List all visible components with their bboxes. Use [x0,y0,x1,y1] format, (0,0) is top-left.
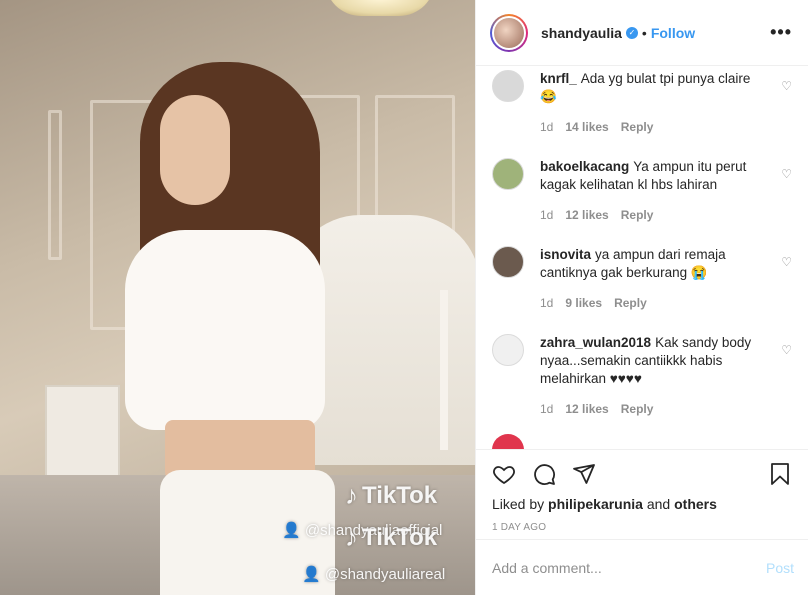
liked-by-user-link[interactable]: philipekarunia [548,496,643,512]
action-icons [492,460,792,488]
heart-icon[interactable] [492,462,516,486]
post-video[interactable]: ♪ TikTok 👤 @shandyauliaofficial ♪ TikTok… [0,0,475,595]
reply-button[interactable]: Reply [621,402,654,416]
author-username[interactable]: shandyaulia [541,25,622,41]
post-timestamp[interactable]: 1 DAY AGO [492,522,792,533]
like-comment-heart-icon[interactable]: ♡ [781,79,792,93]
comment-meta: 1d 9 likes Reply [540,296,764,310]
liked-by-line: Liked by philipekarunia and others [492,496,717,512]
comment-avatar[interactable] [492,434,524,449]
post-header: shandyaulia ✓ • Follow ••• [476,0,808,66]
reply-button[interactable]: Reply [614,296,647,310]
comment-likes[interactable]: 9 likes [565,296,602,310]
avatar-image [494,17,524,48]
comment-meta: 1d 14 likes Reply [540,120,764,134]
user-icon: 👤 [302,566,321,583]
tiktok-username-bottom: 👤 @shandyauliareal [302,566,446,583]
post-comment-button[interactable]: Post [766,560,794,576]
post-sidebar: shandyaulia ✓ • Follow ••• knrfl_ Ada yg … [475,0,808,595]
comment-username[interactable]: bakoelkacang [540,159,629,174]
share-icon[interactable] [572,462,596,486]
comment-icon[interactable] [532,462,556,486]
comment-avatar[interactable] [492,246,524,278]
wall-frame [48,110,62,260]
follow-button[interactable]: Follow [651,25,695,41]
reply-button[interactable]: Reply [621,208,654,222]
comment-composer: Post [476,539,808,595]
liked-by-others-link[interactable]: others [674,496,717,512]
comment-item: isnovita ya ampun dari remaja cantiknya g… [492,246,792,310]
bookmark-icon[interactable] [768,462,792,486]
comment-age[interactable]: 1d [540,402,553,416]
tiktok-watermark-top: ♪ TikTok [345,480,437,511]
comment-likes[interactable]: 14 likes [565,120,608,134]
person-shirt [125,230,325,430]
comments-list[interactable]: knrfl_ Ada yg bulat tpi punya claire😂 1d 14… [476,66,808,449]
tiktok-wordmark: TikTok [362,481,438,509]
comment-age[interactable]: 1d [540,296,553,310]
comment-input[interactable] [492,559,766,576]
tiktok-logo-icon: ♪ [345,522,358,552]
more-options-button[interactable]: ••• [770,22,792,43]
avatar[interactable] [490,13,528,52]
drawer [45,385,120,485]
comment-age[interactable]: 1d [540,208,553,222]
like-comment-heart-icon[interactable]: ♡ [781,255,792,269]
comment-item: zahra_wulan2018 Kak sandy body nyaa...sem… [492,334,792,416]
ceiling-lamp [325,0,435,16]
comment-avatar[interactable] [492,70,524,102]
user-icon: 👤 [282,522,301,539]
crib-bar [440,290,448,450]
tiktok-logo-icon: ♪ [345,480,358,510]
like-comment-heart-icon[interactable]: ♡ [781,343,792,357]
verified-badge-icon: ✓ [625,26,638,39]
comment-item: bakoelkacang Ya ampun itu perut kagak kel… [492,158,792,222]
comment-item: knrfl_ Ada yg bulat tpi punya claire😂 1d 14… [492,70,792,134]
comment-username[interactable]: zahra_wulan2018 [540,335,651,350]
comment-username[interactable]: isnovita [540,247,591,262]
comment-avatar[interactable] [492,334,524,366]
comment-likes[interactable]: 12 likes [565,208,608,222]
instagram-post-view: ♪ TikTok 👤 @shandyauliaofficial ♪ TikTok… [0,0,808,595]
like-comment-heart-icon[interactable]: ♡ [781,167,792,181]
reply-button[interactable]: Reply [621,120,654,134]
person-face [160,95,230,205]
comment-age[interactable]: 1d [540,120,553,134]
tiktok-watermark-bottom: ♪ TikTok [345,522,437,553]
comment-avatar[interactable] [492,158,524,190]
comment-likes[interactable]: 12 likes [565,402,608,416]
post-actions: Liked by philipekarunia and others 1 DAY… [476,449,808,595]
separator: • [641,24,647,41]
comment-username[interactable]: knrfl_ [540,71,577,86]
comment-meta: 1d 12 likes Reply [540,402,764,416]
comment-meta: 1d 12 likes Reply [540,208,764,222]
tiktok-wordmark: TikTok [362,523,438,551]
